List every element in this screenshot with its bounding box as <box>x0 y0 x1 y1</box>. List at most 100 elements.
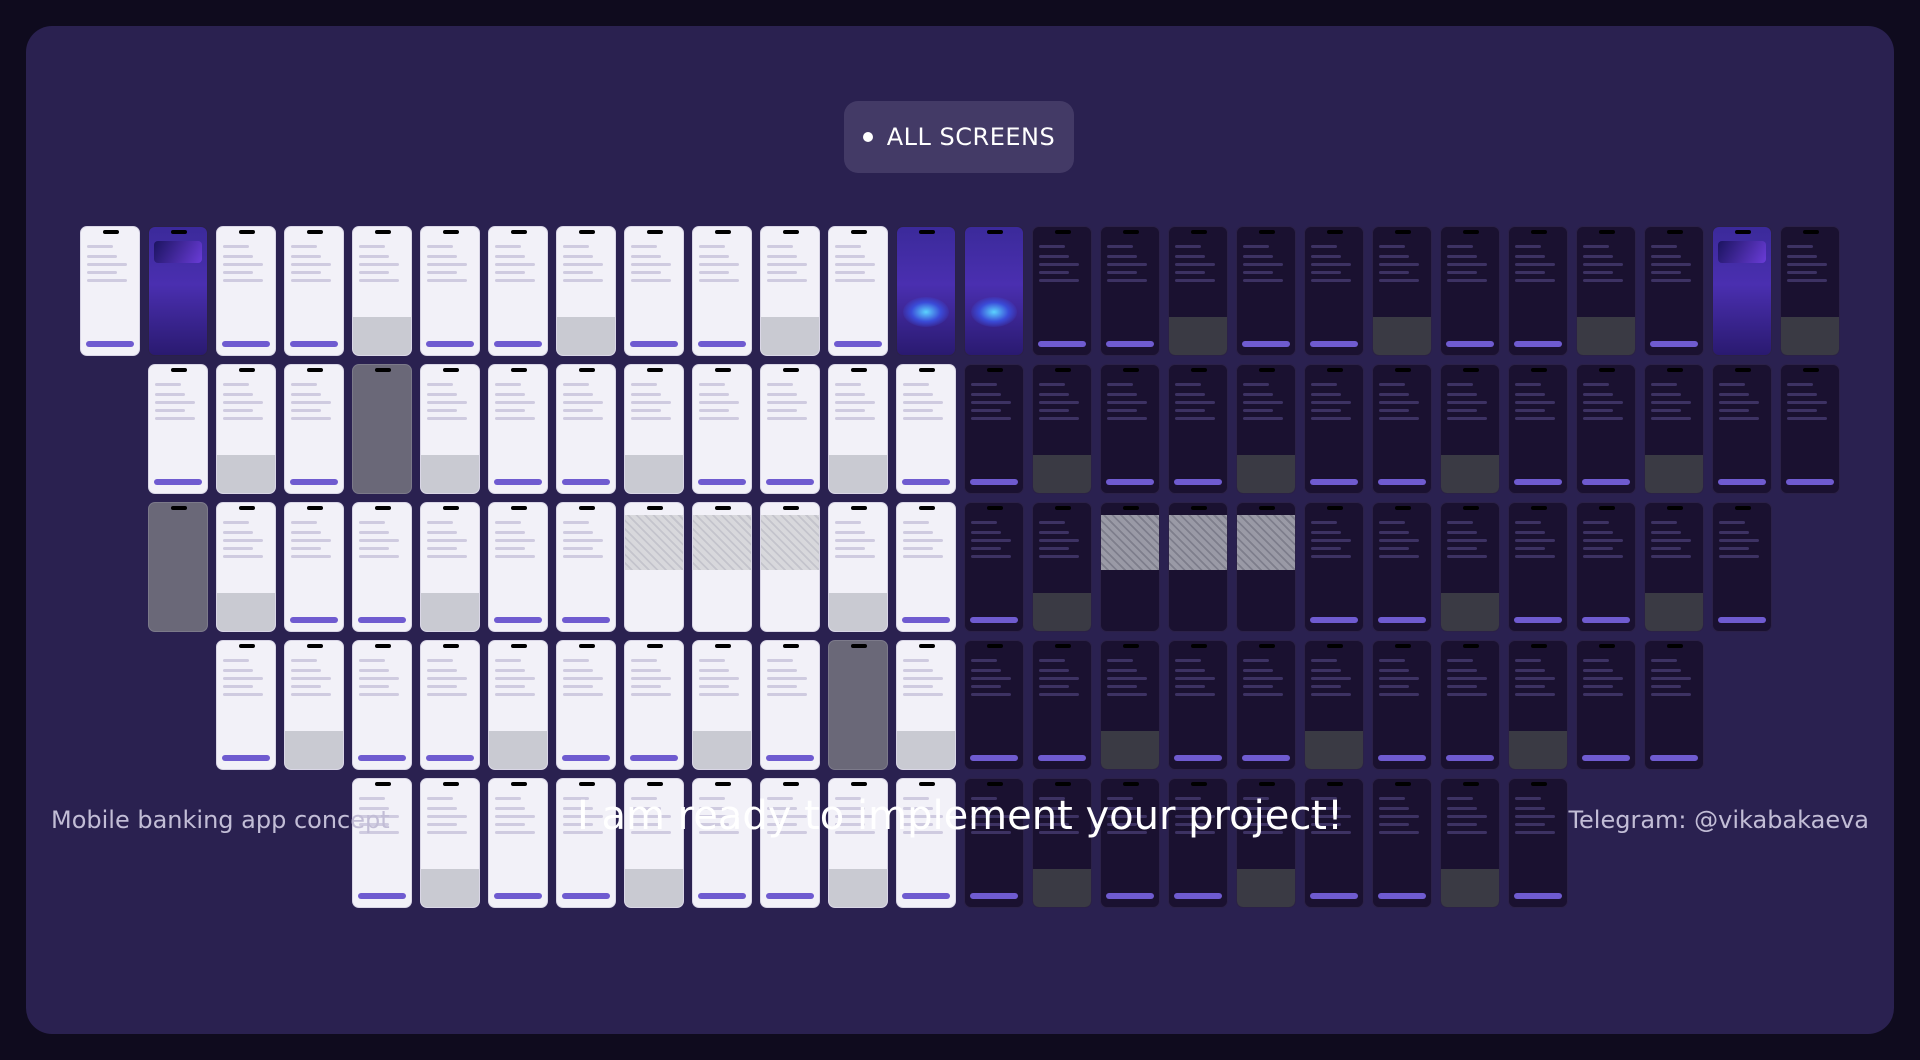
screen-thumbnail <box>488 640 548 770</box>
screen-thumbnail <box>488 364 548 494</box>
screen-thumbnail <box>216 364 276 494</box>
screen-thumbnail <box>964 640 1024 770</box>
screen-thumbnail <box>352 364 412 494</box>
screen-thumbnail <box>1372 502 1432 632</box>
screen-thumbnail <box>284 502 344 632</box>
screen-thumbnail <box>556 640 616 770</box>
screen-thumbnail <box>284 364 344 494</box>
screen-thumbnail <box>1100 226 1160 356</box>
screen-thumbnail <box>284 226 344 356</box>
screen-thumbnail <box>828 502 888 632</box>
screen-thumbnail <box>1100 364 1160 494</box>
screen-thumbnail <box>1508 226 1568 356</box>
screen-thumbnail <box>1032 226 1092 356</box>
screen-thumbnail <box>1440 364 1500 494</box>
screen-thumbnail <box>1440 640 1500 770</box>
screen-thumbnail <box>760 640 820 770</box>
screen-thumbnail <box>896 640 956 770</box>
screen-thumbnail <box>1168 226 1228 356</box>
screen-thumbnail <box>896 364 956 494</box>
screen-thumbnail <box>964 364 1024 494</box>
screen-thumbnail <box>556 502 616 632</box>
screen-thumbnail <box>1304 502 1364 632</box>
screen-thumbnail <box>692 364 752 494</box>
screen-thumbnail <box>1576 640 1636 770</box>
screen-thumbnail <box>1780 364 1840 494</box>
screen-thumbnail <box>556 364 616 494</box>
contact-handle: Telegram: @vikabakaeva <box>1568 806 1869 834</box>
screen-thumbnail <box>420 364 480 494</box>
screen-thumbnail <box>1304 640 1364 770</box>
screen-thumbnail <box>216 640 276 770</box>
screen-thumbnail <box>828 364 888 494</box>
screen-thumbnail <box>624 226 684 356</box>
screen-thumbnail <box>1712 502 1772 632</box>
screen-thumbnail <box>1508 364 1568 494</box>
screen-thumbnail <box>896 502 956 632</box>
screen-thumbnail <box>1372 226 1432 356</box>
screen-thumbnail <box>1644 502 1704 632</box>
screen-thumbnail <box>1508 640 1568 770</box>
screen-thumbnail <box>1372 364 1432 494</box>
screen-thumbnail <box>1576 502 1636 632</box>
screen-thumbnail <box>148 364 208 494</box>
screen-thumbnail <box>1236 226 1296 356</box>
screen-thumbnail <box>1440 502 1500 632</box>
screen-thumbnail <box>1780 226 1840 356</box>
screen-thumbnail <box>624 502 684 632</box>
screen-thumbnail <box>1576 364 1636 494</box>
screen-thumbnail <box>352 640 412 770</box>
screen-thumbnail <box>1032 640 1092 770</box>
screen-thumbnail <box>1644 364 1704 494</box>
screen-thumbnail <box>692 640 752 770</box>
screen-thumbnail <box>148 226 208 356</box>
showcase-panel: ALL SCREENS Mobile banking app concept I… <box>26 26 1894 1034</box>
screen-thumbnail <box>760 502 820 632</box>
screen-thumbnail <box>1372 640 1432 770</box>
screen-thumbnail <box>1440 226 1500 356</box>
screen-thumbnail <box>1236 640 1296 770</box>
screen-thumbnail <box>624 364 684 494</box>
screen-thumbnail <box>1576 226 1636 356</box>
screen-thumbnail <box>1236 502 1296 632</box>
screen-thumbnail <box>1712 226 1772 356</box>
screen-thumbnail <box>760 364 820 494</box>
screen-thumbnail <box>216 226 276 356</box>
screen-thumbnail <box>1508 502 1568 632</box>
screen-thumbnail <box>964 226 1024 356</box>
screen-thumbnail <box>1644 226 1704 356</box>
screen-thumbnail <box>1712 364 1772 494</box>
screen-thumbnail <box>828 226 888 356</box>
screen-thumbnail <box>1100 640 1160 770</box>
screen-thumbnail <box>284 640 344 770</box>
screen-thumbnail <box>488 502 548 632</box>
screen-thumbnail <box>556 226 616 356</box>
screen-thumbnail <box>828 640 888 770</box>
screens-grid <box>26 26 1894 1034</box>
screen-thumbnail <box>1168 502 1228 632</box>
screen-thumbnail <box>216 502 276 632</box>
screen-thumbnail <box>420 226 480 356</box>
screen-thumbnail <box>148 502 208 632</box>
screen-thumbnail <box>1644 640 1704 770</box>
screen-thumbnail <box>352 226 412 356</box>
screen-thumbnail <box>488 226 548 356</box>
screen-thumbnail <box>1304 226 1364 356</box>
screen-thumbnail <box>352 502 412 632</box>
screen-thumbnail <box>80 226 140 356</box>
screen-thumbnail <box>1168 364 1228 494</box>
screen-thumbnail <box>624 640 684 770</box>
screen-thumbnail <box>1100 502 1160 632</box>
screen-thumbnail <box>692 502 752 632</box>
screen-thumbnail <box>1236 364 1296 494</box>
screen-thumbnail <box>964 502 1024 632</box>
screen-thumbnail <box>760 226 820 356</box>
screen-thumbnail <box>1032 364 1092 494</box>
screen-thumbnail <box>1168 640 1228 770</box>
screen-thumbnail <box>420 502 480 632</box>
screen-thumbnail <box>692 226 752 356</box>
screen-thumbnail <box>1304 364 1364 494</box>
screen-thumbnail <box>896 226 956 356</box>
screen-thumbnail <box>1032 502 1092 632</box>
screen-thumbnail <box>420 640 480 770</box>
